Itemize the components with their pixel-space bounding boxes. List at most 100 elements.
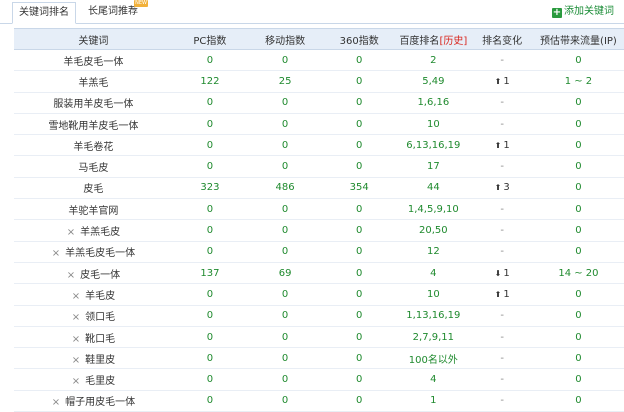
close-icon[interactable]: × [72, 291, 80, 302]
rank-change-value: - [500, 395, 504, 407]
table-row: 马毛皮 0 0 0 17-0 [14, 155, 624, 178]
arrow-down-icon: ⬇ [494, 268, 502, 278]
close-icon[interactable]: × [52, 248, 60, 259]
baidu-rank-cell: 12 [395, 241, 472, 263]
estimated-traffic-cell: 0 [532, 155, 624, 178]
table-header-row: 关键词 PC指数 移动指数 360指数 百度排名[历史] 排名变化 预估带来流量… [14, 28, 624, 50]
keyword-cell: 羊羔毛 [14, 70, 173, 93]
table-row: × 羊毛皮 0 0 0 10 ⬆ 1 0 [14, 283, 624, 306]
add-keyword-label: 添加关键词 [564, 6, 614, 17]
col-header-estimated-traffic: 预估带来流量(IP) [532, 28, 624, 50]
keyword-cell: × 羊羔毛皮毛一体 [14, 241, 173, 263]
mobile-index-cell: 0 [246, 92, 324, 114]
360-index-cell: 0 [323, 219, 396, 242]
close-icon[interactable]: × [72, 312, 80, 323]
pc-index-cell: 0 [172, 155, 247, 178]
table-row: × 靴口毛 0 0 0 2,7,9,11-0 [14, 326, 624, 349]
pc-index-cell: 0 [172, 241, 247, 263]
rank-change-cell: ⬆ 1 [471, 283, 533, 306]
rank-change-cell: - [471, 305, 533, 327]
table-row: × 羊羔毛皮毛一体 0 0 0 12-0 [14, 241, 624, 263]
close-icon[interactable]: × [72, 355, 80, 366]
estimated-traffic-cell: 0 [532, 134, 624, 157]
rank-change-cell: ⬆ 3 [471, 177, 533, 200]
close-icon[interactable]: × [72, 376, 80, 387]
table-row: 皮毛 323 486 354 44 ⬆ 3 0 [14, 177, 624, 200]
baidu-rank-cell: 2,7,9,11 [395, 326, 472, 349]
pc-index-cell: 0 [172, 347, 247, 370]
rank-change-value: - [500, 203, 504, 215]
rank-change-value: 1 [503, 288, 510, 300]
table-row: × 领口毛 0 0 0 1,13,16,19-0 [14, 305, 624, 327]
pc-index-cell: 0 [172, 198, 247, 221]
360-index-cell: 0 [323, 368, 396, 391]
keyword-text: 雪地靴用羊皮毛一体 [48, 120, 139, 132]
mobile-index-cell: 0 [246, 368, 324, 391]
keyword-cell: 雪地靴用羊皮毛一体 [14, 113, 173, 136]
baidu-rank-cell: 4 [395, 262, 472, 285]
estimated-traffic-cell: 0 [532, 326, 624, 349]
rank-change-value: 1 [503, 267, 510, 279]
table-row: 服装用羊皮毛一体 0 0 0 1,6,16-0 [14, 92, 624, 114]
360-index-cell: 0 [323, 326, 396, 349]
mobile-index-cell: 486 [246, 177, 324, 200]
rank-change-cell: - [471, 113, 533, 136]
mobile-index-cell: 0 [246, 113, 324, 136]
rank-change-cell: - [471, 92, 533, 114]
pc-index-cell: 122 [172, 70, 247, 93]
keyword-text: 靴口毛 [85, 333, 116, 345]
360-index-cell: 0 [323, 198, 396, 221]
keyword-text: 羊毛皮 [85, 290, 116, 302]
keyword-text: 帽子用皮毛一体 [65, 397, 136, 409]
close-icon[interactable]: × [67, 270, 75, 281]
history-link[interactable]: [历史] [439, 36, 467, 47]
360-index-cell: 0 [323, 283, 396, 306]
estimated-traffic-cell: 0 [532, 347, 624, 370]
table-row: 羊驼羊官网 0 0 0 1,4,5,9,10-0 [14, 198, 624, 221]
rank-change-value: - [500, 54, 504, 66]
rank-change-cell: ⬆ 1 [471, 70, 533, 93]
pc-index-cell: 0 [172, 305, 247, 327]
360-index-cell: 0 [323, 305, 396, 327]
360-index-cell: 0 [323, 390, 396, 412]
arrow-up-icon: ⬆ [494, 289, 502, 299]
rank-change-value: - [500, 161, 504, 173]
keyword-ranking-table: 关键词 PC指数 移动指数 360指数 百度排名[历史] 排名变化 预估带来流量… [14, 28, 624, 412]
mobile-index-cell: 0 [246, 283, 324, 306]
close-icon[interactable]: × [52, 397, 60, 408]
pc-index-cell: 323 [172, 177, 247, 200]
keyword-cell: 马毛皮 [14, 155, 173, 178]
estimated-traffic-cell: 1 ~ 2 [532, 70, 624, 93]
col-header-keyword: 关键词 [14, 28, 173, 50]
keyword-text: 羊羔毛皮 [80, 227, 121, 239]
mobile-index-cell: 0 [246, 49, 324, 72]
baidu-rank-cell: 44 [395, 177, 472, 200]
close-icon[interactable]: × [67, 227, 75, 238]
estimated-traffic-cell: 0 [532, 368, 624, 391]
mobile-index-cell: 0 [246, 347, 324, 370]
pc-index-cell: 0 [172, 283, 247, 306]
360-index-cell: 0 [323, 49, 396, 72]
add-keyword-button[interactable]: + 添加关键词 [552, 5, 614, 19]
pc-index-cell: 0 [172, 113, 247, 136]
baidu-rank-cell: 1,6,16 [395, 92, 472, 114]
pc-index-cell: 0 [172, 49, 247, 72]
pc-index-cell: 0 [172, 219, 247, 242]
keyword-cell: × 毛里皮 [14, 368, 173, 391]
rank-change-value: - [500, 374, 504, 386]
baidu-rank-cell: 1,4,5,9,10 [395, 198, 472, 221]
keyword-text: 毛里皮 [85, 376, 116, 388]
keyword-text: 马毛皮 [78, 163, 109, 175]
360-index-cell: 0 [323, 262, 396, 285]
tab-bar: 关键词排名 长尾词推荐 NEW + 添加关键词 [0, 0, 624, 24]
keyword-cell: × 鞋里皮 [14, 347, 173, 370]
baidu-rank-cell: 20,50 [395, 219, 472, 242]
keyword-text: 皮毛一体 [80, 269, 121, 281]
rank-change-value: 1 [503, 139, 510, 151]
rank-change-cell: - [471, 390, 533, 412]
new-badge: NEW [134, 0, 148, 7]
mobile-index-cell: 0 [246, 305, 324, 327]
close-icon[interactable]: × [72, 334, 80, 345]
tab-keyword-ranking[interactable]: 关键词排名 [12, 2, 76, 24]
col-header-rank-change: 排名变化 [471, 28, 533, 50]
